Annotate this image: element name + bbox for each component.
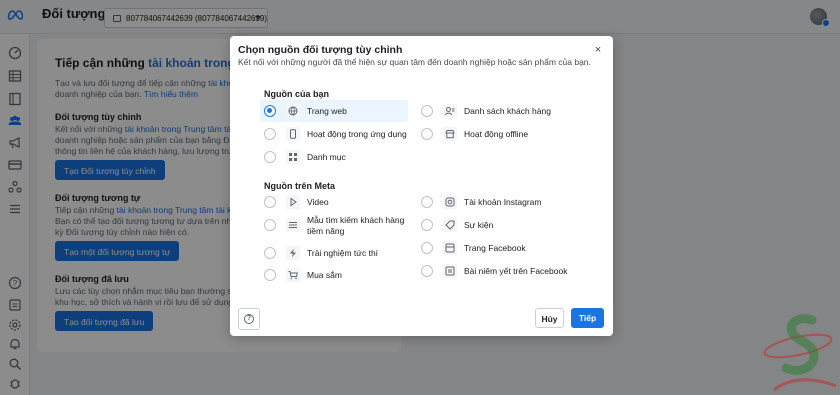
radio-unselected[interactable] bbox=[421, 242, 433, 254]
play-icon bbox=[286, 195, 300, 209]
next-button[interactable]: Tiếp bbox=[571, 308, 604, 328]
radio-unselected[interactable] bbox=[264, 128, 276, 140]
option-label: Danh sách khách hàng bbox=[464, 106, 551, 116]
listing-icon bbox=[443, 264, 457, 278]
close-icon[interactable]: × bbox=[593, 45, 603, 56]
source-option-instant-experience[interactable]: Trải nghiệm tức thì bbox=[260, 242, 430, 264]
instagram-icon bbox=[443, 195, 457, 209]
option-label: Trang web bbox=[307, 106, 347, 116]
option-label: Trải nghiệm tức thì bbox=[307, 248, 379, 258]
source-option-website[interactable]: Trang web bbox=[260, 100, 408, 122]
tag-icon bbox=[443, 218, 457, 232]
page-icon bbox=[443, 241, 457, 255]
option-label: Trang Facebook bbox=[464, 243, 526, 253]
source-option-video[interactable]: Video bbox=[260, 191, 408, 213]
cancel-button[interactable]: Hủy bbox=[535, 308, 564, 328]
radio-unselected[interactable] bbox=[264, 219, 276, 231]
option-label: Mua sắm bbox=[307, 270, 342, 280]
option-label: Danh mục bbox=[307, 152, 346, 162]
your-sources-heading: Nguồn của bạn bbox=[264, 89, 329, 99]
form-icon bbox=[286, 218, 300, 232]
radio-unselected[interactable] bbox=[264, 247, 276, 259]
custom-audience-source-dialog: Chọn nguồn đối tượng tùy chỉnh Kết nối v… bbox=[230, 36, 613, 336]
radio-unselected[interactable] bbox=[421, 105, 433, 117]
source-option-facebook-page[interactable]: Trang Facebook bbox=[417, 237, 587, 259]
source-option-events[interactable]: Sự kiện bbox=[417, 214, 587, 236]
option-label: Hoạt động offline bbox=[464, 129, 529, 139]
source-option-catalog[interactable]: Danh mục bbox=[260, 146, 408, 168]
store-icon bbox=[443, 127, 457, 141]
option-label: Bài niêm yết trên Facebook bbox=[464, 266, 568, 276]
option-label-line1: Mẫu tìm kiếm khách hàng bbox=[307, 215, 405, 225]
source-option-instagram[interactable]: Tài khoản Instagram bbox=[417, 191, 587, 213]
meta-sources-heading: Nguồn trên Meta bbox=[264, 181, 335, 191]
source-option-lead-form[interactable]: Mẫu tìm kiếm khách hàng tiềm năng bbox=[260, 214, 430, 236]
source-option-customer-list[interactable]: Danh sách khách hàng bbox=[417, 100, 587, 122]
option-label: Hoạt động trong ứng dụng bbox=[307, 129, 407, 139]
source-option-offline-activity[interactable]: Hoạt động offline bbox=[417, 123, 587, 145]
help-button[interactable]: ? bbox=[238, 308, 260, 330]
option-label: Video bbox=[307, 197, 329, 207]
globe-icon bbox=[286, 104, 300, 118]
watermark-logo bbox=[763, 314, 837, 392]
bolt-icon bbox=[286, 246, 300, 260]
radio-selected[interactable] bbox=[264, 105, 276, 117]
radio-unselected[interactable] bbox=[421, 219, 433, 231]
source-option-shopping[interactable]: Mua sắm bbox=[260, 264, 408, 286]
source-option-facebook-listings[interactable]: Bài niêm yết trên Facebook bbox=[417, 260, 587, 282]
dialog-title: Chọn nguồn đối tượng tùy chỉnh bbox=[238, 44, 403, 56]
phone-icon bbox=[286, 127, 300, 141]
radio-unselected[interactable] bbox=[264, 269, 276, 281]
option-label: Sự kiện bbox=[464, 220, 494, 230]
source-option-app-activity[interactable]: Hoạt động trong ứng dụng bbox=[260, 123, 430, 145]
grid-icon bbox=[286, 150, 300, 164]
option-label: Tài khoản Instagram bbox=[464, 197, 542, 207]
option-label: Mẫu tìm kiếm khách hàng tiềm năng bbox=[307, 215, 404, 237]
radio-unselected[interactable] bbox=[264, 196, 276, 208]
radio-unselected[interactable] bbox=[264, 151, 276, 163]
person-list-icon bbox=[443, 104, 457, 118]
help-icon: ? bbox=[244, 314, 254, 324]
option-label-line2: tiềm năng bbox=[307, 226, 345, 236]
cart-icon bbox=[286, 268, 300, 282]
radio-unselected[interactable] bbox=[421, 128, 433, 140]
radio-unselected[interactable] bbox=[421, 196, 433, 208]
radio-unselected[interactable] bbox=[421, 265, 433, 277]
dialog-subtitle: Kết nối với những người đã thể hiện sự q… bbox=[238, 57, 591, 67]
